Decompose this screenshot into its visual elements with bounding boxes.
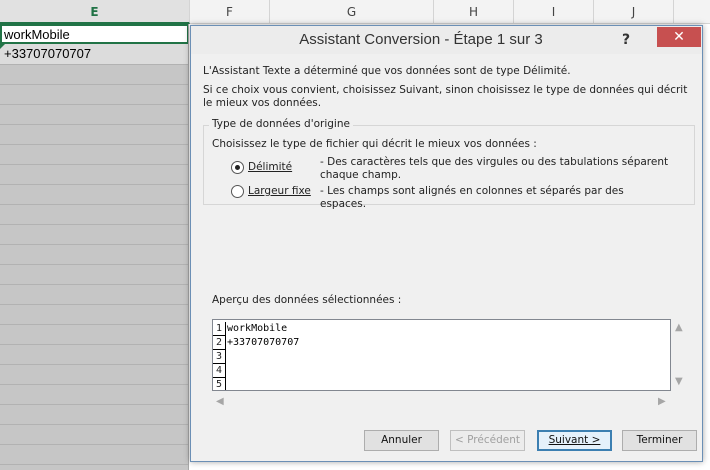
row-divider xyxy=(0,464,188,465)
next-button-label: Suivant > xyxy=(548,434,601,446)
delimited-label-text: Délimité xyxy=(248,161,293,173)
preview-row: 5 xyxy=(213,378,670,390)
row-divider xyxy=(0,244,188,245)
preview-row: 2 +33707070707 xyxy=(213,336,670,350)
cell-e2-value: +33707070707 xyxy=(4,46,92,61)
row-divider xyxy=(0,404,188,405)
row-divider xyxy=(0,84,188,85)
row-divider xyxy=(0,284,188,285)
cell-e2[interactable]: +33707070707 xyxy=(0,44,188,64)
row-divider xyxy=(0,324,188,325)
next-button[interactable]: Suivant > xyxy=(537,430,612,451)
preview-row-value: +33707070707 xyxy=(227,337,300,348)
row-divider xyxy=(0,144,188,145)
error-indicator-icon xyxy=(0,44,5,49)
column-header-e[interactable]: E xyxy=(0,0,190,24)
fixed-width-label-text: Largeur fixe xyxy=(248,185,311,197)
fixed-width-description: - Les champs sont alignés en colonnes et… xyxy=(320,185,624,210)
dialog-title: Assistant Conversion - Étape 1 sur 3 xyxy=(299,31,543,48)
row-divider xyxy=(0,264,188,265)
preview-row-number: 4 xyxy=(213,364,226,378)
row-divider xyxy=(0,224,188,225)
row-divider xyxy=(0,444,188,445)
text-import-wizard-dialog: Assistant Conversion - Étape 1 sur 3 ? ✕… xyxy=(190,25,703,462)
column-header-f[interactable]: F xyxy=(190,0,270,24)
chevron-left-icon[interactable]: ◀ xyxy=(216,397,224,407)
fixed-width-label[interactable]: Largeur fixe xyxy=(248,185,311,197)
column-header-h[interactable]: H xyxy=(434,0,514,24)
group-prompt: Choisissez le type de fichier qui décrit… xyxy=(212,138,537,150)
preview-row-value: workMobile xyxy=(227,323,288,334)
preview-row: 1 workMobile xyxy=(213,322,670,336)
row-divider xyxy=(0,164,188,165)
column-header-j[interactable]: J xyxy=(594,0,674,24)
column-header-i[interactable]: I xyxy=(514,0,594,24)
delimited-description: - Des caractères tels que des virgules o… xyxy=(320,156,669,181)
fixed-width-radio[interactable] xyxy=(231,185,244,198)
row-divider xyxy=(0,204,188,205)
row-divider xyxy=(0,364,188,365)
preview-row-number: 5 xyxy=(213,378,226,390)
row-divider xyxy=(0,304,188,305)
cell-e1[interactable]: workMobile xyxy=(0,24,188,44)
close-button[interactable]: ✕ xyxy=(657,27,701,47)
preview-vertical-scrollbar[interactable]: ▲ ▼ xyxy=(671,319,688,391)
cancel-button[interactable]: Annuler xyxy=(364,430,439,451)
help-button[interactable]: ? xyxy=(618,31,634,49)
row-divider xyxy=(0,424,188,425)
row-divider xyxy=(0,64,188,65)
preview-row-number: 1 xyxy=(213,322,226,336)
group-legend: Type de données d'origine xyxy=(209,118,353,130)
row-divider xyxy=(0,124,188,125)
row-divider xyxy=(0,344,188,345)
dialog-titlebar[interactable]: Assistant Conversion - Étape 1 sur 3 ? ✕ xyxy=(191,26,702,54)
row-divider xyxy=(0,184,188,185)
previous-button[interactable]: < Précédent xyxy=(450,430,525,451)
data-preview[interactable]: 1 workMobile 2 +33707070707 3 4 5 xyxy=(212,319,671,391)
finish-button[interactable]: Terminer xyxy=(622,430,697,451)
preview-label: Aperçu des données sélectionnées : xyxy=(212,294,402,306)
delimited-radio[interactable] xyxy=(231,161,244,174)
data-type-group: Type de données d'origine Choisissez le … xyxy=(203,118,695,210)
preview-row: 4 xyxy=(213,364,670,378)
column-e-cells[interactable]: workMobile +33707070707 xyxy=(0,24,189,470)
chevron-right-icon[interactable]: ▶ xyxy=(658,397,666,407)
preview-horizontal-scrollbar[interactable]: ◀ ▶ xyxy=(212,394,671,411)
delimited-label[interactable]: Délimité xyxy=(248,161,292,173)
row-divider xyxy=(0,384,188,385)
column-headers: E F G H I J xyxy=(0,0,710,24)
chevron-up-icon[interactable]: ▲ xyxy=(675,323,683,333)
instruction-text: Si ce choix vous convient, choisissez Su… xyxy=(203,84,688,109)
row-divider xyxy=(0,104,188,105)
intro-text: L'Assistant Texte a déterminé que vos do… xyxy=(203,65,571,77)
column-header-g[interactable]: G xyxy=(270,0,434,24)
preview-row-number: 3 xyxy=(213,350,226,364)
chevron-down-icon[interactable]: ▼ xyxy=(675,377,683,387)
preview-row-number: 2 xyxy=(213,336,226,350)
preview-row: 3 xyxy=(213,350,670,364)
